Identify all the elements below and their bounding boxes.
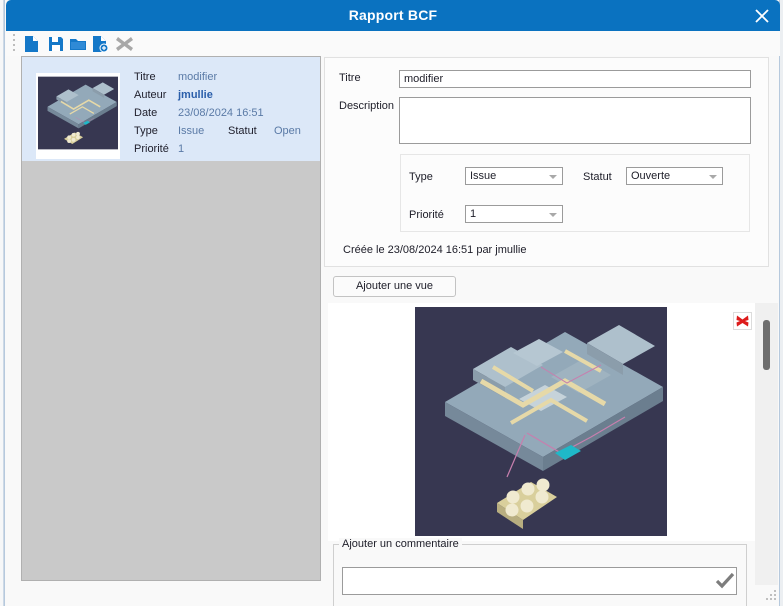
field-label-statut: Statut [228,125,257,137]
toolbar-drag-handle[interactable] [13,34,16,51]
vertical-scrollbar[interactable] [755,303,778,585]
issue-list[interactable]: Titre modifier Auteur jmullie Date 23/08… [21,56,321,581]
statut-label: Statut [583,171,612,183]
creation-info: Créée le 23/08/2024 16:51 par jmullie [343,244,527,256]
dialog-title: Rapport BCF [348,7,438,23]
field-label: Priorité [134,143,169,155]
comment-input[interactable] [342,567,737,595]
resize-grip-icon[interactable] [766,590,778,602]
field-label: Date [134,107,158,119]
dialog-title-bar: Rapport BCF [6,0,780,31]
priorite-select[interactable]: 1 [465,205,563,223]
field-value: 1 [178,143,185,155]
classification-group [400,154,750,232]
field-value-statut: Open [274,125,301,137]
list-item[interactable]: Titre modifier Auteur jmullie Date 23/08… [22,57,320,161]
field-label: Auteur [134,89,167,101]
titre-input[interactable] [399,70,751,88]
close-icon[interactable] [750,4,774,28]
scrollbar-thumb[interactable] [763,320,770,370]
field-value: jmullie [178,89,213,101]
add-comment-legend: Ajouter un commentaire [339,538,462,550]
delete-view-icon[interactable] [733,312,752,330]
bcf-viewpoint-thumbnail[interactable] [36,73,120,159]
statut-selected-value: Ouverte [631,170,671,182]
viewpoint-panel [328,303,757,541]
new-file-icon[interactable] [23,35,41,53]
save-icon[interactable] [47,35,65,53]
description-input[interactable] [399,97,751,144]
type-select[interactable]: Issue [465,167,563,185]
chevron-down-icon [549,175,557,179]
delete-icon[interactable] [115,35,134,53]
priorite-label: Priorité [409,209,444,221]
description-label: Description [339,100,395,112]
bcf-viewpoint-image[interactable] [415,307,667,536]
statut-select[interactable]: Ouverte [626,167,723,185]
field-label: Titre [134,71,156,83]
screen: Rapport BCF Titre modifier Auteur jmulli… [0,0,783,606]
field-label: Type [134,125,158,137]
check-icon[interactable] [715,572,735,590]
field-value: Issue [178,125,205,137]
priorite-selected-value: 1 [470,208,477,220]
chevron-down-icon [709,175,717,179]
field-value: modifier [178,71,218,83]
type-label: Type [409,171,433,183]
save-as-icon[interactable] [91,35,109,53]
type-selected-value: Issue [470,170,497,182]
titre-label: Titre [339,72,361,84]
add-view-button[interactable]: Ajouter une vue [333,276,456,297]
field-value: 23/08/2024 16:51 [178,107,264,119]
open-folder-icon[interactable] [69,35,87,53]
bcf-report-dialog: Rapport BCF Titre modifier Auteur jmulli… [4,0,780,606]
chevron-down-icon [549,213,557,217]
